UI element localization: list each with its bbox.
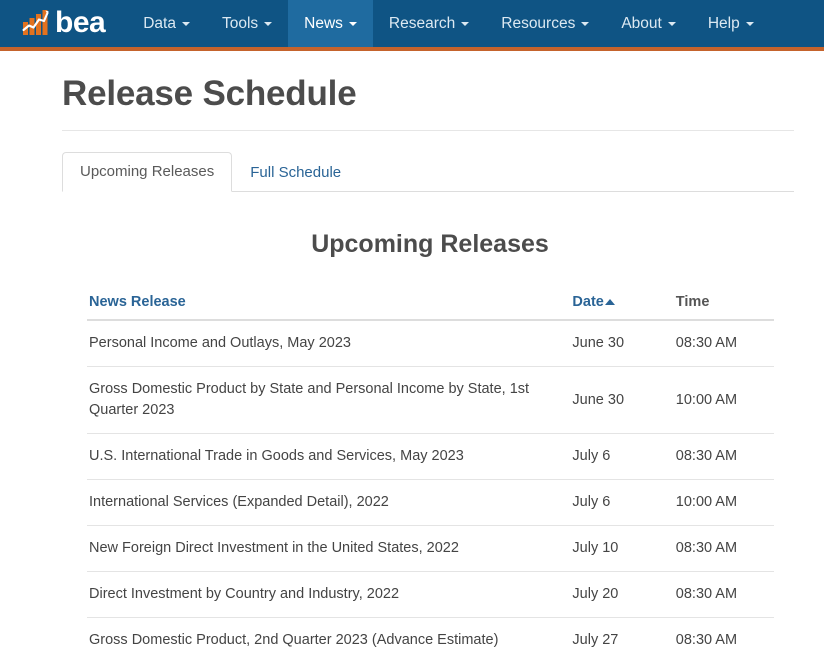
table-row: International Services (Expanded Detail)…	[87, 479, 774, 526]
nav-item-news[interactable]: News	[288, 0, 373, 47]
release-time-cell: 08:30 AM	[673, 617, 774, 663]
release-date-cell: July 6	[570, 433, 674, 480]
tab-upcoming-releases[interactable]: Upcoming Releases	[62, 152, 233, 193]
column-header-news-release: News Release	[87, 288, 571, 322]
nav-item-tools-label: Tools	[221, 14, 259, 32]
release-date-cell: June 30	[572, 335, 625, 352]
nav-item-news-label: News	[304, 14, 343, 32]
release-time-cell: 08:30 AM	[673, 571, 774, 618]
release-time-cell: 08:30 AM	[673, 525, 774, 572]
nav-item-tools[interactable]: Tools	[206, 0, 288, 47]
nav-item-data-label: Data	[143, 14, 176, 32]
sort-by-date-link[interactable]: Date	[572, 294, 615, 311]
release-date-cell: July 6	[570, 479, 674, 526]
tab-full-schedule[interactable]: Full Schedule	[232, 153, 359, 192]
schedule-tabs: Upcoming Releases Full Schedule	[62, 152, 794, 193]
content-container: Release Schedule Upcoming Releases Full …	[62, 74, 798, 663]
table-row: Direct Investment by Country and Industr…	[87, 571, 774, 618]
release-date-cell: July 10	[570, 525, 674, 572]
table-row: New Foreign Direct Investment in the Uni…	[87, 525, 774, 572]
release-name-cell: U.S. International Trade in Goods and Se…	[87, 433, 571, 480]
sort-by-news-release-link[interactable]: News Release	[89, 294, 186, 310]
bea-logo-text: bea	[55, 6, 106, 39]
nav-item-help[interactable]: Help	[692, 0, 770, 47]
release-schedule-table: News Release Date Time Personal Income a…	[87, 288, 774, 663]
table-body: Personal Income and Outlays, May 2023 Ju…	[87, 320, 774, 663]
release-name-cell: Direct Investment by Country and Industr…	[87, 571, 571, 618]
column-header-date: Date	[570, 288, 674, 322]
bea-logo: bea	[22, 6, 106, 39]
release-table-wrapper: News Release Date Time Personal Income a…	[62, 288, 798, 663]
primary-nav-items: Data Tools News Research Resources About…	[127, 0, 770, 47]
chevron-down-icon	[745, 21, 754, 26]
chevron-down-icon	[581, 21, 590, 26]
nav-item-about-label: About	[621, 14, 662, 32]
release-date-cell: June 30	[570, 366, 674, 434]
page-content: Release Schedule Upcoming Releases Full …	[0, 74, 824, 663]
chevron-down-icon	[348, 21, 357, 26]
table-row: U.S. International Trade in Goods and Se…	[87, 433, 774, 480]
release-time-cell: 10:00 AM	[673, 366, 774, 434]
release-time-cell: 10:00 AM	[673, 479, 774, 526]
column-header-date-label: Date	[572, 294, 604, 311]
section-title: Upcoming Releases	[311, 230, 549, 259]
nav-item-about[interactable]: About	[605, 0, 692, 47]
column-header-time-label: Time	[675, 294, 710, 311]
release-time-cell: 08:30 AM	[675, 335, 738, 352]
chevron-down-icon	[264, 21, 273, 26]
top-navigation-bar: bea Data Tools News Research Resources A…	[0, 0, 824, 51]
release-name-cell: International Services (Expanded Detail)…	[87, 479, 571, 526]
release-date-cell: July 27	[570, 617, 674, 663]
nav-item-resources[interactable]: Resources	[485, 0, 605, 47]
nav-item-research-label: Research	[388, 14, 456, 32]
release-name-cell: New Foreign Direct Investment in the Uni…	[87, 525, 571, 572]
release-time-cell: 08:30 AM	[673, 433, 774, 480]
bea-home-link[interactable]: bea	[0, 0, 119, 47]
release-name-cell: Personal Income and Outlays, May 2023	[89, 335, 351, 352]
nav-item-research[interactable]: Research	[373, 0, 485, 47]
bea-bar-chart-logo-icon	[22, 9, 52, 38]
nav-item-help-label: Help	[707, 14, 740, 32]
chevron-down-icon	[667, 21, 676, 26]
table-header: News Release Date Time	[87, 288, 774, 322]
nav-item-data[interactable]: Data	[127, 0, 206, 47]
nav-item-resources-label: Resources	[501, 14, 576, 32]
release-name-cell: Gross Domestic Product, 2nd Quarter 2023…	[87, 617, 571, 663]
chevron-down-icon	[181, 21, 190, 26]
table-row: Personal Income and Outlays, May 2023 Ju…	[87, 320, 774, 367]
title-divider	[62, 130, 794, 132]
release-name-cell: Gross Domestic Product by State and Pers…	[87, 366, 571, 434]
release-date-cell: July 20	[570, 571, 674, 618]
tab-upcoming-releases-label: Upcoming Releases	[80, 163, 215, 181]
tab-full-schedule-label: Full Schedule	[250, 164, 342, 182]
chevron-down-icon	[461, 21, 470, 26]
page-title: Release Schedule	[62, 74, 357, 113]
table-row: Gross Domestic Product by State and Pers…	[87, 366, 774, 434]
table-row: Gross Domestic Product, 2nd Quarter 2023…	[87, 617, 774, 663]
column-header-time: Time	[673, 288, 774, 322]
caret-up-icon	[604, 299, 615, 306]
table-header-row: News Release Date Time	[87, 288, 774, 322]
